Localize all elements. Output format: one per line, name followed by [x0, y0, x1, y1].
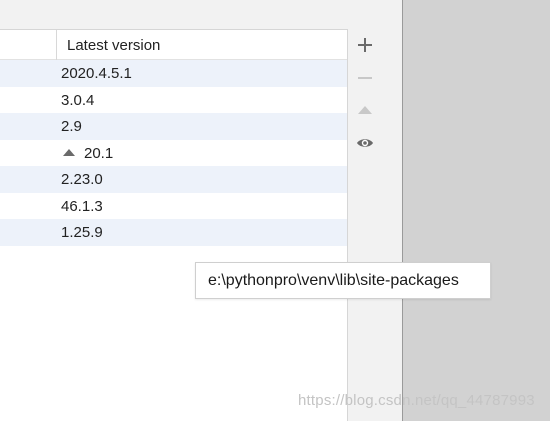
- column-header-latest-version[interactable]: Latest version: [67, 37, 160, 54]
- upgrade-arrow-icon: [357, 105, 372, 114]
- table-row[interactable]: 2.23.0: [0, 166, 347, 193]
- latest-version-cell: 2020.4.5.1: [61, 65, 132, 82]
- package-toolbar: [349, 29, 380, 421]
- table-row[interactable]: 2020.4.5.1: [0, 60, 347, 87]
- table-row[interactable]: 2.9: [0, 113, 347, 140]
- tooltip-text: e:\pythonpro\venv\lib\site-packages: [208, 272, 459, 289]
- latest-version-cell: 20.1: [61, 145, 113, 162]
- table-row[interactable]: 3.0.4: [0, 87, 347, 114]
- latest-version-cell: 2.9: [61, 118, 82, 135]
- latest-version-value: 20.1: [84, 144, 114, 162]
- table-row[interactable]: 46.1.3: [0, 193, 347, 220]
- package-settings-dialog: Latest version 2020.4.5.1 3.0.4 2.9 20.1…: [0, 0, 403, 421]
- table-row[interactable]: 1.25.9: [0, 219, 347, 246]
- upgrade-package-button[interactable]: [351, 96, 378, 123]
- table-row[interactable]: 20.1: [0, 140, 347, 167]
- latest-version-cell: 3.0.4: [61, 91, 95, 109]
- table-header: Latest version: [0, 30, 347, 60]
- path-tooltip: e:\pythonpro\venv\lib\site-packages: [195, 262, 491, 299]
- latest-version-cell: 46.1.3: [61, 197, 103, 215]
- uninstall-package-button[interactable]: [351, 64, 378, 91]
- watermark: https://blog.csdn.net/qq_44787993: [298, 392, 535, 409]
- column-divider[interactable]: [56, 30, 57, 60]
- packages-table: Latest version 2020.4.5.1 3.0.4 2.9 20.1…: [0, 29, 348, 421]
- show-early-releases-button[interactable]: [351, 129, 378, 156]
- minus-icon: [357, 76, 372, 79]
- eye-icon: [356, 138, 373, 147]
- latest-version-cell: 2.23.0: [61, 171, 103, 188]
- plus-icon: [357, 37, 372, 52]
- window-backdrop: [403, 0, 550, 421]
- latest-version-cell: 1.25.9: [61, 224, 103, 241]
- install-package-button[interactable]: [351, 31, 378, 58]
- upgrade-available-icon: [63, 149, 75, 157]
